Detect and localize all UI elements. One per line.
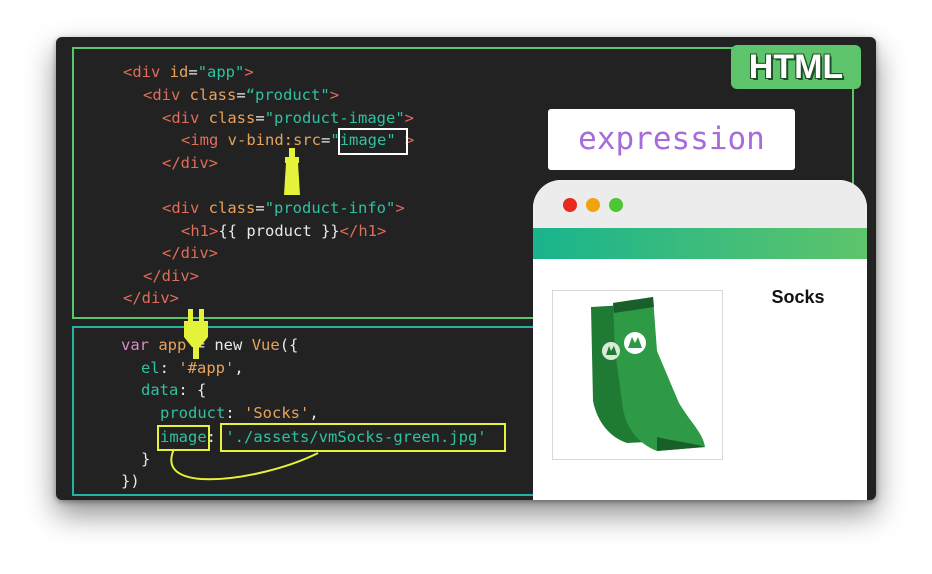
- app-header-bar: [533, 228, 867, 259]
- plug-icon: [184, 309, 208, 359]
- expression-label: expression: [548, 109, 795, 170]
- product-title: Socks: [771, 287, 825, 307]
- minimize-dot-icon[interactable]: [586, 198, 600, 212]
- editor-window: <div id="app"> <div class=“product"> <di…: [56, 37, 876, 500]
- maximize-dot-icon[interactable]: [609, 198, 623, 212]
- browser-title-bar: [533, 180, 867, 228]
- plug-socket-icon: [284, 148, 300, 195]
- socks-image-icon: [591, 297, 705, 451]
- connector-line: [170, 448, 319, 481]
- product-image: [552, 290, 723, 460]
- close-dot-icon[interactable]: [563, 198, 577, 212]
- browser-window: Socks: [533, 180, 867, 500]
- html-badge: HTML: [731, 45, 861, 89]
